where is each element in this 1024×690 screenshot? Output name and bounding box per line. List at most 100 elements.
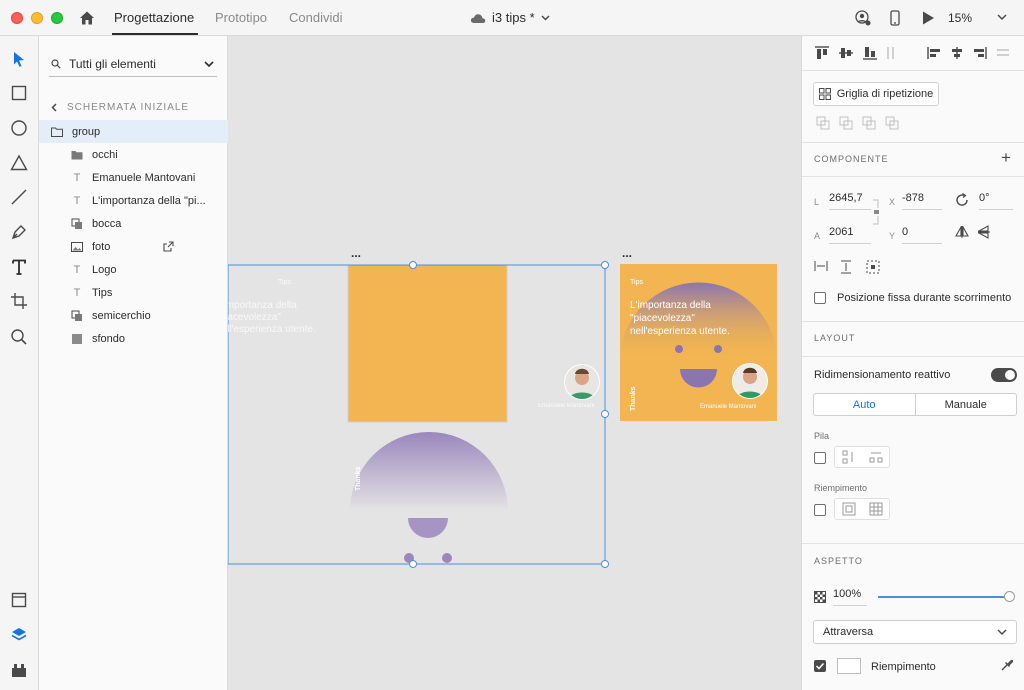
flip-vertical-icon[interactable]	[978, 225, 990, 239]
fixed-position-checkbox[interactable]	[814, 292, 826, 304]
boolean-add-icon[interactable]	[816, 116, 830, 130]
rectangle-tool-icon[interactable]	[10, 84, 28, 102]
rotation-input[interactable]: 0°	[979, 192, 1013, 210]
y-label: Y	[889, 231, 896, 241]
divider	[802, 176, 1024, 177]
line-tool-icon[interactable]	[10, 188, 28, 206]
pen-tool-icon[interactable]	[10, 223, 28, 241]
opacity-slider-handle[interactable]	[1004, 591, 1015, 602]
fix-width-icon[interactable]	[814, 260, 828, 272]
checkmark-icon	[815, 662, 825, 670]
align-top-icon[interactable]	[814, 46, 830, 60]
align-right-icon[interactable]	[973, 46, 987, 60]
document-title[interactable]: i3 tips *	[470, 10, 550, 25]
align-bottom-icon[interactable]	[862, 46, 878, 60]
play-icon[interactable]	[920, 10, 936, 26]
boolean-exclude-icon[interactable]	[885, 116, 899, 130]
opacity-input[interactable]: 100%	[833, 588, 867, 606]
add-component-button[interactable]: +	[1001, 148, 1011, 168]
layers-icon[interactable]	[10, 626, 28, 644]
eye-right-shape	[442, 553, 452, 563]
artboard-menu-dots[interactable]: ...	[351, 246, 361, 260]
layer-row-headline[interactable]: T L'importanza della "pi...	[39, 189, 228, 212]
plugins-icon[interactable]	[10, 661, 28, 679]
eyedropper-icon[interactable]	[1000, 658, 1014, 672]
layers-breadcrumb[interactable]: SCHERMATA INIZIALE	[51, 102, 189, 113]
x-input[interactable]: -878	[902, 192, 942, 210]
select-tool-icon[interactable]	[10, 50, 28, 68]
responsive-resize-toggle[interactable]	[991, 368, 1017, 382]
mobile-preview-icon[interactable]	[887, 10, 903, 26]
text-tool-icon[interactable]	[10, 258, 28, 276]
resize-mode-segmented[interactable]: Auto Manuale	[813, 393, 1017, 416]
width-input[interactable]: 2645,7	[829, 192, 871, 210]
minimize-window-button[interactable]	[31, 12, 43, 24]
padding-individual-icon[interactable]	[869, 502, 883, 516]
canvas-author-faded: Emanuele Mantovani	[538, 403, 595, 409]
align-left-icon[interactable]	[927, 46, 941, 60]
chevron-down-icon	[997, 629, 1007, 636]
mask-icon	[71, 218, 82, 229]
layer-row-bocca[interactable]: bocca	[39, 212, 228, 235]
ellipse-tool-icon[interactable]	[10, 119, 28, 137]
layer-row-group[interactable]: group	[39, 120, 228, 143]
assets-icon[interactable]	[10, 591, 28, 609]
close-window-button[interactable]	[11, 12, 23, 24]
blend-mode-select[interactable]: Attraversa	[813, 620, 1017, 644]
align-middle-icon[interactable]	[838, 46, 854, 60]
distribute-horizontal-icon[interactable]	[996, 46, 1010, 60]
fill-checkbox[interactable]	[814, 660, 826, 672]
padding-uniform-icon[interactable]	[842, 502, 856, 516]
repeat-grid-button[interactable]: Griglia di ripetizione	[813, 82, 939, 106]
align-center-icon[interactable]	[950, 46, 964, 60]
divider	[802, 543, 1024, 544]
tab-prototype[interactable]: Prototipo	[215, 10, 267, 25]
resize-auto-option[interactable]: Auto	[814, 394, 916, 415]
stack-horizontal-icon[interactable]	[869, 450, 883, 464]
chevron-down-icon[interactable]	[996, 11, 1008, 23]
layer-row-occhi[interactable]: occhi	[39, 143, 228, 166]
zoom-tool-icon[interactable]	[10, 328, 28, 346]
resize-manual-option[interactable]: Manuale	[916, 394, 1017, 415]
zoom-window-button[interactable]	[51, 12, 63, 24]
artboard-menu-dots[interactable]: ...	[622, 246, 632, 260]
layer-row-logo[interactable]: T Logo	[39, 258, 228, 281]
stack-direction-buttons[interactable]	[834, 446, 890, 468]
external-link-icon[interactable]	[163, 241, 174, 252]
layer-row-tips[interactable]: T Tips	[39, 281, 228, 304]
tab-design[interactable]: Progettazione	[114, 10, 194, 25]
layer-row-author[interactable]: T Emanuele Mantovani	[39, 166, 228, 189]
flip-horizontal-icon[interactable]	[955, 226, 969, 238]
fill-color-swatch[interactable]	[837, 658, 861, 674]
stack-checkbox[interactable]	[814, 452, 826, 464]
lock-aspect-icon[interactable]	[872, 198, 880, 226]
home-icon[interactable]	[79, 10, 95, 26]
stack-vertical-icon[interactable]	[842, 450, 856, 464]
layers-search[interactable]: Tutti gli elementi	[49, 51, 217, 77]
zoom-level[interactable]: 15%	[948, 11, 972, 25]
user-add-icon[interactable]	[855, 10, 871, 26]
fix-position-icon[interactable]	[866, 260, 880, 274]
artboard-tool-icon[interactable]	[10, 292, 28, 310]
canvas-tips-faded: Tips	[278, 279, 291, 286]
chevron-left-icon[interactable]	[51, 103, 57, 112]
tab-share[interactable]: Condividi	[289, 10, 342, 25]
folder-icon	[51, 127, 63, 137]
padding-mode-buttons[interactable]	[834, 498, 890, 520]
distribute-vertical-icon[interactable]	[886, 46, 896, 60]
chevron-down-icon[interactable]	[203, 58, 215, 70]
y-input[interactable]: 0	[902, 226, 942, 244]
x-label: X	[889, 197, 896, 207]
breadcrumb-label: SCHERMATA INIZIALE	[67, 102, 190, 113]
polygon-tool-icon[interactable]	[10, 154, 28, 172]
fix-height-icon[interactable]	[840, 260, 852, 274]
padding-checkbox[interactable]	[814, 504, 826, 516]
layer-row-foto[interactable]: foto	[39, 235, 228, 258]
boolean-subtract-icon[interactable]	[839, 116, 853, 130]
height-input[interactable]: 2061	[829, 226, 871, 244]
design-canvas[interactable]: L'importanza della "piacevolezza" nell'e…	[228, 36, 801, 690]
layer-row-semicerchio[interactable]: semicerchio	[39, 304, 228, 327]
layer-row-sfondo[interactable]: sfondo	[39, 327, 228, 350]
opacity-slider[interactable]	[878, 596, 1008, 598]
boolean-intersect-icon[interactable]	[862, 116, 876, 130]
